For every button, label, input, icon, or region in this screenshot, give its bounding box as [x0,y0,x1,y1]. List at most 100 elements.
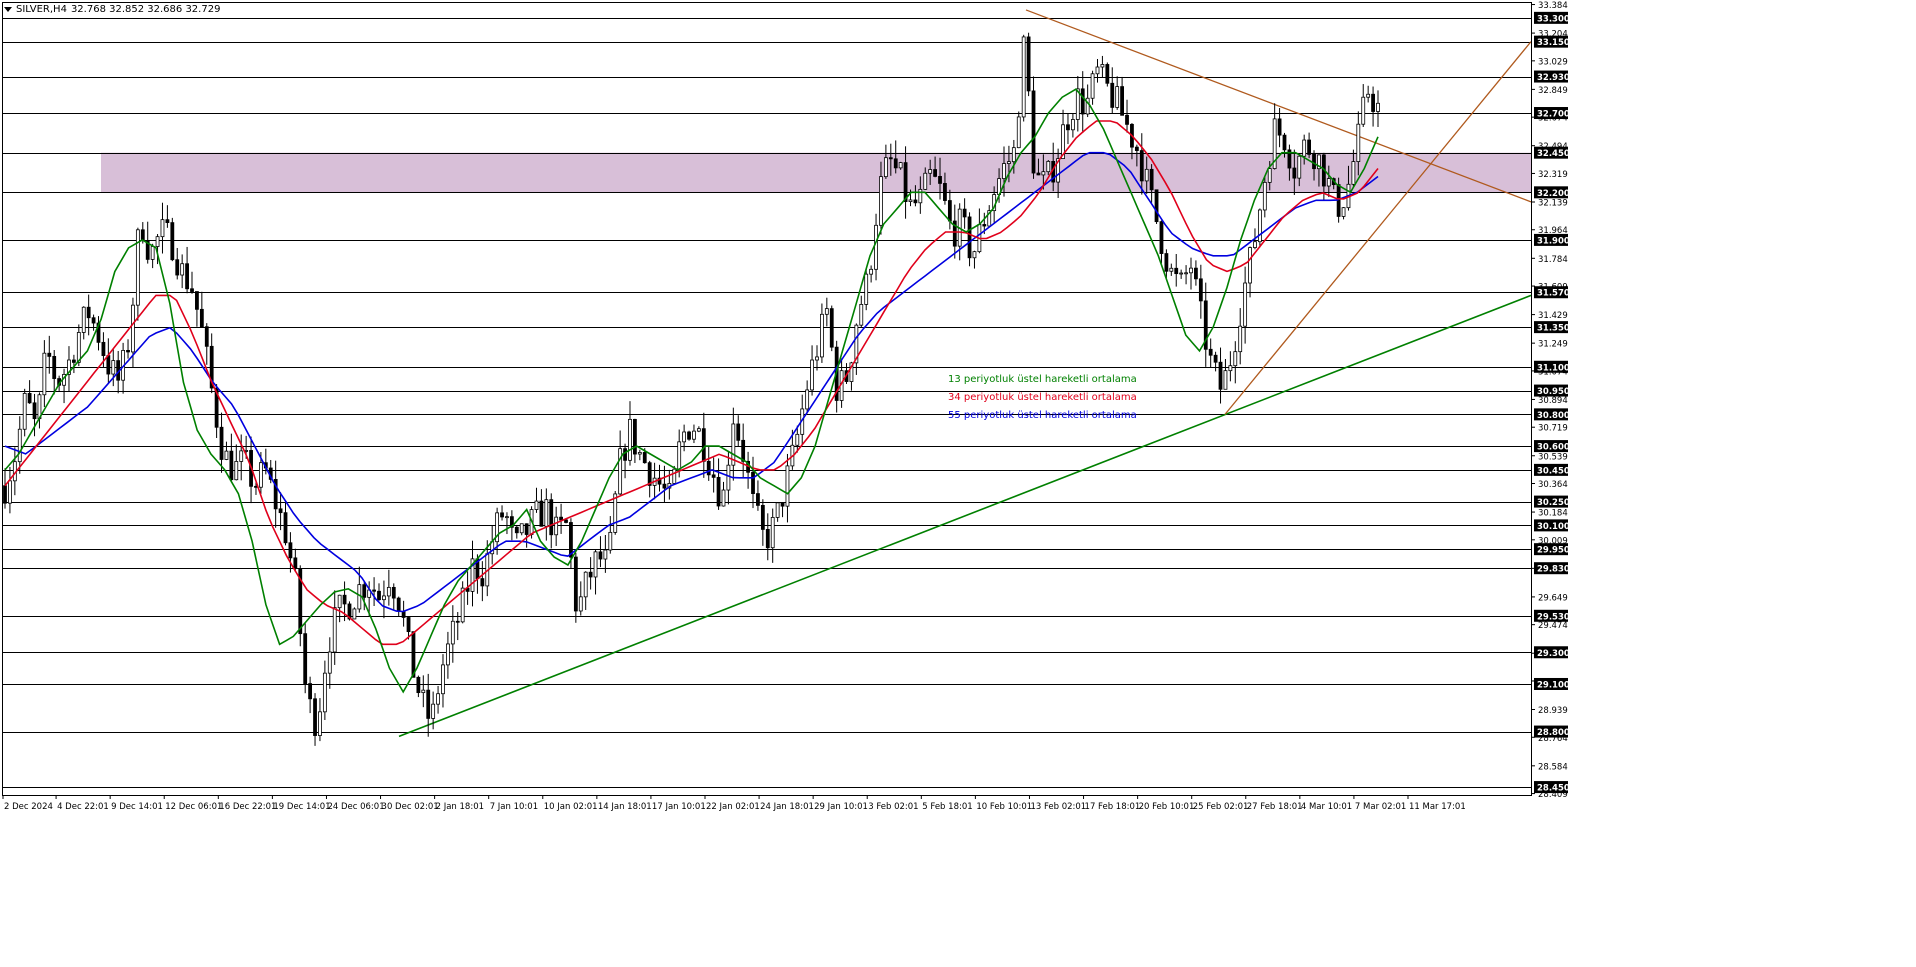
x-tick-label: 2 Jan 18:01 [436,802,484,812]
level-price-label: 30.800 [1537,411,1570,421]
candle-body [52,356,57,379]
candle-body [239,450,244,462]
x-tick-label: 19 Dec 14:01 [273,802,330,812]
x-tick-label: 9 Dec 14:01 [111,802,163,812]
candle-body [1144,168,1149,182]
candle-body [721,489,726,507]
candle-body [1326,178,1331,187]
x-tick-label: 5 Feb 18:01 [922,802,972,812]
candle-body [1257,209,1262,243]
candle-body [1376,102,1380,112]
level-price-label: 31.350 [1537,324,1570,334]
candle-body [770,517,775,549]
candle-body [726,464,731,491]
candle-body [185,263,189,290]
candle-body [603,549,608,560]
candle-body [308,683,313,700]
candle-body [47,352,52,357]
candle-body [441,664,445,695]
x-tick-label: 24 Dec 06:01 [327,802,384,812]
x-tick-label: 3 Feb 02:01 [868,802,918,812]
legend-entry: 55 periyotluk üstel hareketli ortalama [948,410,1137,421]
candle-body [637,452,642,455]
x-tick-label: 10 Feb 10:01 [976,802,1032,812]
x-tick-label: 2 Dec 2024 [4,802,53,812]
candle-body [431,703,436,719]
price-chart[interactable]: 33.38433.20433.02932.84932.67432.49432.3… [0,0,1916,963]
candle-body [682,431,687,443]
candle-body [1312,154,1316,170]
candle-body [411,631,416,678]
candle-body [1120,86,1125,116]
candle-body [1297,155,1302,179]
candle-body [22,393,27,430]
candle-body [544,499,549,527]
candle-body [224,450,229,460]
candle-body [421,689,426,694]
candle-body [111,360,116,375]
candle-body [1105,64,1110,84]
x-tick-label: 16 Dec 22:01 [219,802,276,812]
candle-body [436,693,440,705]
candle-body [1341,207,1346,217]
candle-body [795,433,800,446]
level-price-label: 29.950 [1537,546,1570,556]
candle-body [401,611,406,618]
y-tick-label: 30.719 [1538,424,1568,434]
level-price-label: 28.800 [1537,728,1570,738]
candle-body [1356,123,1361,162]
candle-body [1125,114,1129,125]
candle-body [1080,88,1085,115]
candle-body [313,698,317,736]
candle-body [195,291,199,310]
level-price-label: 30.600 [1537,443,1570,453]
candle-body [1021,36,1026,118]
candle-body [446,643,450,666]
y-tick-label: 31.784 [1538,255,1568,265]
level-price-label: 29.100 [1537,680,1570,690]
dropdown-arrow-icon[interactable] [4,7,12,12]
y-tick-label: 30.539 [1538,452,1568,462]
candle-body [126,350,130,353]
candle-body [751,471,755,494]
candle-body [106,355,111,375]
candle-body [180,263,185,276]
candle-body [500,512,504,518]
candle-body [913,199,918,204]
candle-body [608,531,613,551]
candle-body [820,313,824,358]
candle-body [578,596,583,612]
candle-body [303,633,308,684]
level-price-label: 33.150 [1537,38,1570,48]
candle-body [677,441,682,470]
candle-body [633,418,637,455]
support-trendline[interactable] [398,294,1532,738]
candle-body [140,229,145,242]
level-price-label: 28.450 [1537,784,1570,794]
candle-body [505,516,509,519]
candle-body [165,219,170,224]
candle-body [332,607,337,653]
chart-area[interactable]: 33.38433.20433.02932.84932.67432.49432.3… [0,0,1916,963]
candle-body [42,352,47,396]
candle-body [327,651,332,674]
candle-body [372,589,376,592]
y-tick-label: 29.474 [1538,621,1568,631]
candle-body [736,423,741,441]
candle-body [967,216,972,259]
candle-body [1189,267,1193,274]
level-price-label: 32.200 [1537,189,1570,199]
candle-body [150,246,155,260]
candle-body [1292,167,1297,179]
candle-body [1041,171,1046,176]
candle-body [1164,253,1169,272]
candle-body [131,304,135,353]
x-tick-label: 22 Jan 02:01 [706,802,760,812]
candle-body [416,676,421,694]
candle-body [593,551,598,578]
candle-body [815,356,819,361]
level-price-label: 29.830 [1537,565,1570,575]
candle-body [1208,348,1213,356]
legend-entry: 13 periyotluk üstel hareketli ortalama [948,374,1137,385]
candle-body [716,476,721,507]
